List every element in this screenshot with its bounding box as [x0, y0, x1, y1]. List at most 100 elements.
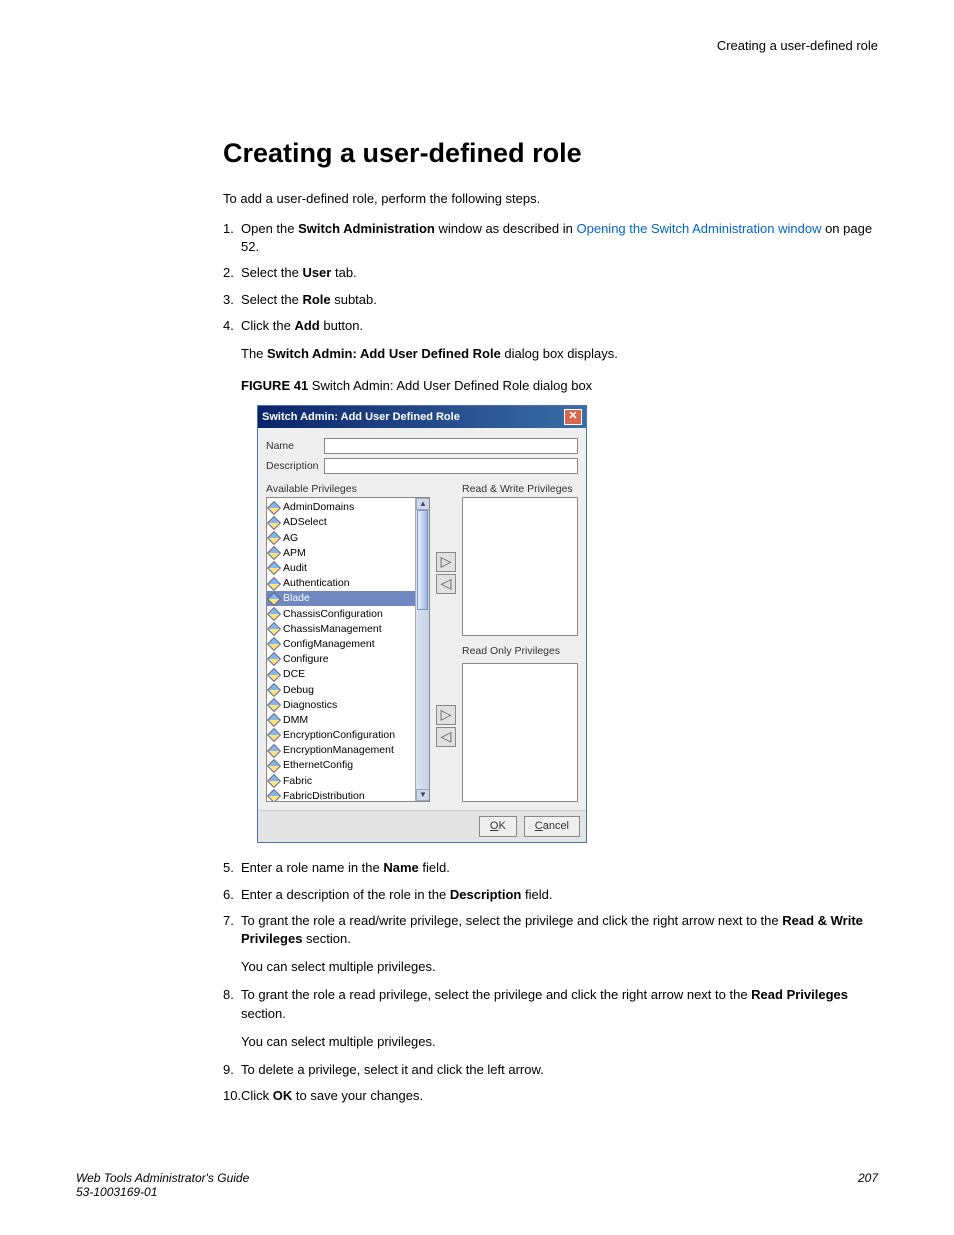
name-label: Name [266, 439, 324, 454]
list-item[interactable]: Debug [267, 682, 429, 697]
list-item[interactable]: EncryptionConfiguration [267, 728, 429, 743]
page-title: Creating a user-defined role [223, 138, 878, 169]
list-item[interactable]: AG [267, 530, 429, 545]
privilege-icon [267, 668, 281, 682]
privilege-label: Debug [283, 683, 314, 698]
ok-bold: OK [273, 1088, 293, 1103]
ro-arrow-buttons: ▷ ◁ [436, 705, 456, 747]
close-icon[interactable]: ✕ [564, 409, 582, 425]
step-7-sub: You can select multiple privileges. [241, 958, 878, 976]
step-text: Select the [241, 292, 302, 307]
list-item[interactable]: ChassisManagement [267, 622, 429, 637]
privilege-icon [267, 759, 281, 773]
available-privileges-list[interactable]: AdminDomainsADSelectAGAPMAuditAuthentica… [266, 497, 430, 802]
step-text: Enter a description of the role in the [241, 887, 450, 902]
step-text: tab. [331, 265, 356, 280]
footer-left: Web Tools Administrator's Guide 53-10031… [76, 1171, 249, 1199]
dialog-title: Switch Admin: Add User Defined Role [262, 410, 460, 425]
ro-privileges-label: Read Only Privileges [462, 644, 578, 659]
list-item[interactable]: EncryptionManagement [267, 743, 429, 758]
scroll-down-icon[interactable]: ▼ [416, 789, 430, 801]
privilege-label: ADSelect [283, 515, 327, 530]
privilege-label: ConfigManagement [283, 637, 375, 652]
privilege-label: ChassisConfiguration [283, 607, 383, 622]
list-item[interactable]: AdminDomains [267, 500, 429, 515]
step-text: window as described in [435, 221, 577, 236]
list-item[interactable]: Authentication [267, 576, 429, 591]
transfer-area: AdminDomainsADSelectAGAPMAuditAuthentica… [266, 497, 578, 802]
step-text: Click [241, 1088, 273, 1103]
step-text: Select the [241, 265, 302, 280]
description-field-bold: Description [450, 887, 522, 902]
step-4-sub: The Switch Admin: Add User Defined Role … [241, 345, 878, 363]
scrollbar[interactable]: ▲ ▼ [415, 498, 429, 801]
list-item[interactable]: ChassisConfiguration [267, 606, 429, 621]
figure-title: Switch Admin: Add User Defined Role dial… [312, 378, 592, 393]
step-9: 9. To delete a privilege, select it and … [223, 1061, 878, 1079]
step-text: Open the [241, 221, 298, 236]
page-header-right: Creating a user-defined role [717, 38, 878, 53]
ro-privileges-list[interactable] [462, 663, 578, 802]
step-6: 6. Enter a description of the role in th… [223, 886, 878, 904]
arrow-right-ro-icon[interactable]: ▷ [436, 705, 456, 725]
step-3: 3. Select the Role subtab. [223, 291, 878, 309]
privilege-icon [267, 546, 281, 560]
guide-title: Web Tools Administrator's Guide [76, 1171, 249, 1185]
name-row: Name [266, 438, 578, 454]
privilege-icon [267, 576, 281, 590]
privilege-icon [267, 774, 281, 788]
privilege-icon [267, 713, 281, 727]
link-open-switch-admin[interactable]: Opening the Switch Administration window [577, 221, 822, 236]
intro-text: To add a user-defined role, perform the … [223, 191, 878, 206]
privilege-icon [267, 592, 281, 606]
list-item[interactable]: Blade [267, 591, 429, 606]
list-item[interactable]: Fabric [267, 773, 429, 788]
page-content: Creating a user-defined role To add a us… [223, 138, 878, 1113]
scroll-thumb[interactable] [417, 510, 428, 610]
user-tab-bold: User [302, 265, 331, 280]
cancel-button[interactable]: Cancel [524, 816, 580, 837]
step-text: Click the [241, 318, 294, 333]
switch-admin-bold: Switch Administration [298, 221, 435, 236]
description-row: Description [266, 458, 578, 474]
step-4: 4. Click the Add button. The Switch Admi… [223, 317, 878, 844]
privilege-label: DMM [283, 713, 308, 728]
scroll-up-icon[interactable]: ▲ [416, 498, 430, 510]
available-privileges-label: Available Privileges [266, 482, 430, 497]
privilege-icon [267, 607, 281, 621]
privilege-label: AG [283, 531, 298, 546]
list-item[interactable]: APM [267, 546, 429, 561]
privilege-label: Fabric [283, 774, 312, 789]
step-8: 8. To grant the role a read privilege, s… [223, 986, 878, 1051]
privilege-label: EncryptionManagement [283, 743, 394, 758]
list-item[interactable]: DCE [267, 667, 429, 682]
list-item[interactable]: Audit [267, 561, 429, 576]
arrow-left-rw-icon[interactable]: ◁ [436, 574, 456, 594]
privilege-label: EncryptionConfiguration [283, 728, 395, 743]
dialog-body: Name Description Available Privileges [258, 428, 586, 810]
rw-arrow-buttons: ▷ ◁ [436, 552, 456, 594]
step-5: 5. Enter a role name in the Name field. [223, 859, 878, 877]
arrow-right-rw-icon[interactable]: ▷ [436, 552, 456, 572]
arrow-left-ro-icon[interactable]: ◁ [436, 727, 456, 747]
list-item[interactable]: FabricDistribution [267, 789, 429, 802]
list-item[interactable]: EthernetConfig [267, 758, 429, 773]
privilege-label: DCE [283, 667, 305, 682]
list-item[interactable]: Diagnostics [267, 697, 429, 712]
dialog-footer: OK Cancel [258, 810, 586, 842]
rw-privileges-list[interactable] [462, 497, 578, 636]
step-text: button. [320, 318, 363, 333]
list-item[interactable]: ConfigManagement [267, 637, 429, 652]
read-priv-bold: Read Privileges [751, 987, 848, 1002]
step-text: section. [302, 931, 350, 946]
list-item[interactable]: DMM [267, 713, 429, 728]
list-item[interactable]: ADSelect [267, 515, 429, 530]
list-item[interactable]: Configure [267, 652, 429, 667]
privilege-icon [267, 652, 281, 666]
privilege-icon [267, 744, 281, 758]
name-input[interactable] [324, 438, 578, 454]
ok-button[interactable]: OK [479, 816, 517, 837]
privilege-label: ChassisManagement [283, 622, 382, 637]
description-input[interactable] [324, 458, 578, 474]
step-text: To delete a privilege, select it and cli… [241, 1062, 544, 1077]
